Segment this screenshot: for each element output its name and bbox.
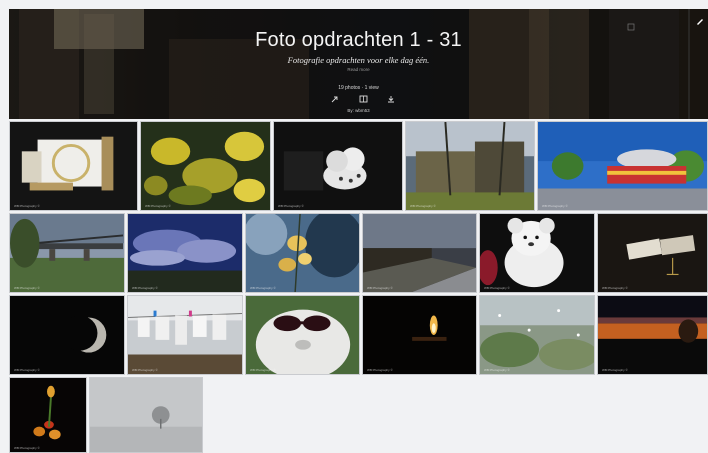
watermark: WB Photography © [602, 286, 628, 290]
read-more-link[interactable]: Read more [9, 67, 708, 72]
road-photo [363, 214, 476, 292]
photo-tile[interactable]: WB Photography © [140, 121, 271, 211]
photo-tile[interactable]: WB Photography © [597, 295, 708, 375]
watermark: WB Photography © [367, 286, 393, 290]
watermark: WB Photography © [542, 204, 568, 208]
photo-tile[interactable]: WB Photography © [127, 295, 243, 375]
pencil-icon[interactable] [695, 16, 705, 26]
rain-window-photo [480, 296, 594, 374]
leaves-photo [141, 122, 270, 210]
building-photo [406, 122, 534, 210]
album-actions [330, 94, 396, 104]
watermark: WB Photography © [250, 368, 276, 372]
clouds-photo [128, 214, 242, 292]
photo-tile[interactable]: WB Photography © [273, 121, 403, 211]
watermark: WB Photography © [602, 368, 628, 372]
share-icon[interactable] [330, 94, 340, 104]
album-stats: 19 photos · 1 view [338, 85, 379, 91]
photo-tile[interactable]: WB Photography © [479, 295, 595, 375]
carousel-photo [538, 122, 707, 210]
cards-photo [598, 214, 707, 292]
watermark: WB Photography © [14, 446, 40, 450]
fog-tree-photo [90, 378, 202, 452]
watermark: WB Photography © [14, 286, 40, 290]
embroidery-photo [10, 122, 137, 210]
watermark: WB Photography © [484, 368, 510, 372]
photo-tile[interactable]: WB Photography © [9, 377, 87, 453]
watermark: WB Photography © [132, 286, 158, 290]
watermark: WB Photography © [484, 286, 510, 290]
bouquet-photo [10, 378, 86, 452]
sunset-photo [598, 296, 707, 374]
album-author[interactable]: By: wbm53 [9, 108, 708, 113]
baby-shoes-photo [274, 122, 402, 210]
album-description: Fotografie opdrachten voor elke dag één. [287, 55, 430, 65]
photo-tile[interactable]: WB Photography © [9, 121, 138, 211]
watermark: WB Photography © [14, 368, 40, 372]
candle-photo [363, 296, 476, 374]
moon-photo [10, 296, 124, 374]
photo-tile[interactable]: WB Photography © [245, 295, 360, 375]
orchid-photo [246, 214, 359, 292]
watermark: WB Photography © [278, 204, 304, 208]
photo-tile[interactable]: WB Photography © [479, 213, 595, 293]
photo-tile[interactable]: WB Photography © [362, 213, 477, 293]
photo-tile[interactable]: WB Photography © [9, 213, 125, 293]
photo-tile[interactable]: WB Photography © [9, 295, 125, 375]
watermark: WB Photography © [145, 204, 171, 208]
bridge-photo [10, 214, 124, 292]
teddy-photo [480, 214, 594, 292]
photo-tile[interactable] [89, 377, 203, 453]
laundry-photo [128, 296, 242, 374]
sunglasses-photo [246, 296, 359, 374]
watermark: WB Photography © [250, 286, 276, 290]
photo-tile[interactable]: WB Photography © [405, 121, 535, 211]
photo-tile[interactable]: WB Photography © [537, 121, 708, 211]
photo-tile[interactable]: WB Photography © [597, 213, 708, 293]
photo-tile[interactable]: WB Photography © [362, 295, 477, 375]
slideshow-icon[interactable] [358, 94, 368, 104]
watermark: WB Photography © [132, 368, 158, 372]
watermark: WB Photography © [367, 368, 393, 372]
album-title: Foto opdrachten 1 - 31 [255, 29, 462, 51]
download-icon[interactable] [386, 94, 396, 104]
photo-tile[interactable]: WB Photography © [127, 213, 243, 293]
watermark: WB Photography © [410, 204, 436, 208]
album-cover: Foto opdrachten 1 - 31 Fotografie opdrac… [9, 9, 708, 119]
watermark: WB Photography © [14, 204, 40, 208]
photo-tile[interactable]: WB Photography © [245, 213, 360, 293]
